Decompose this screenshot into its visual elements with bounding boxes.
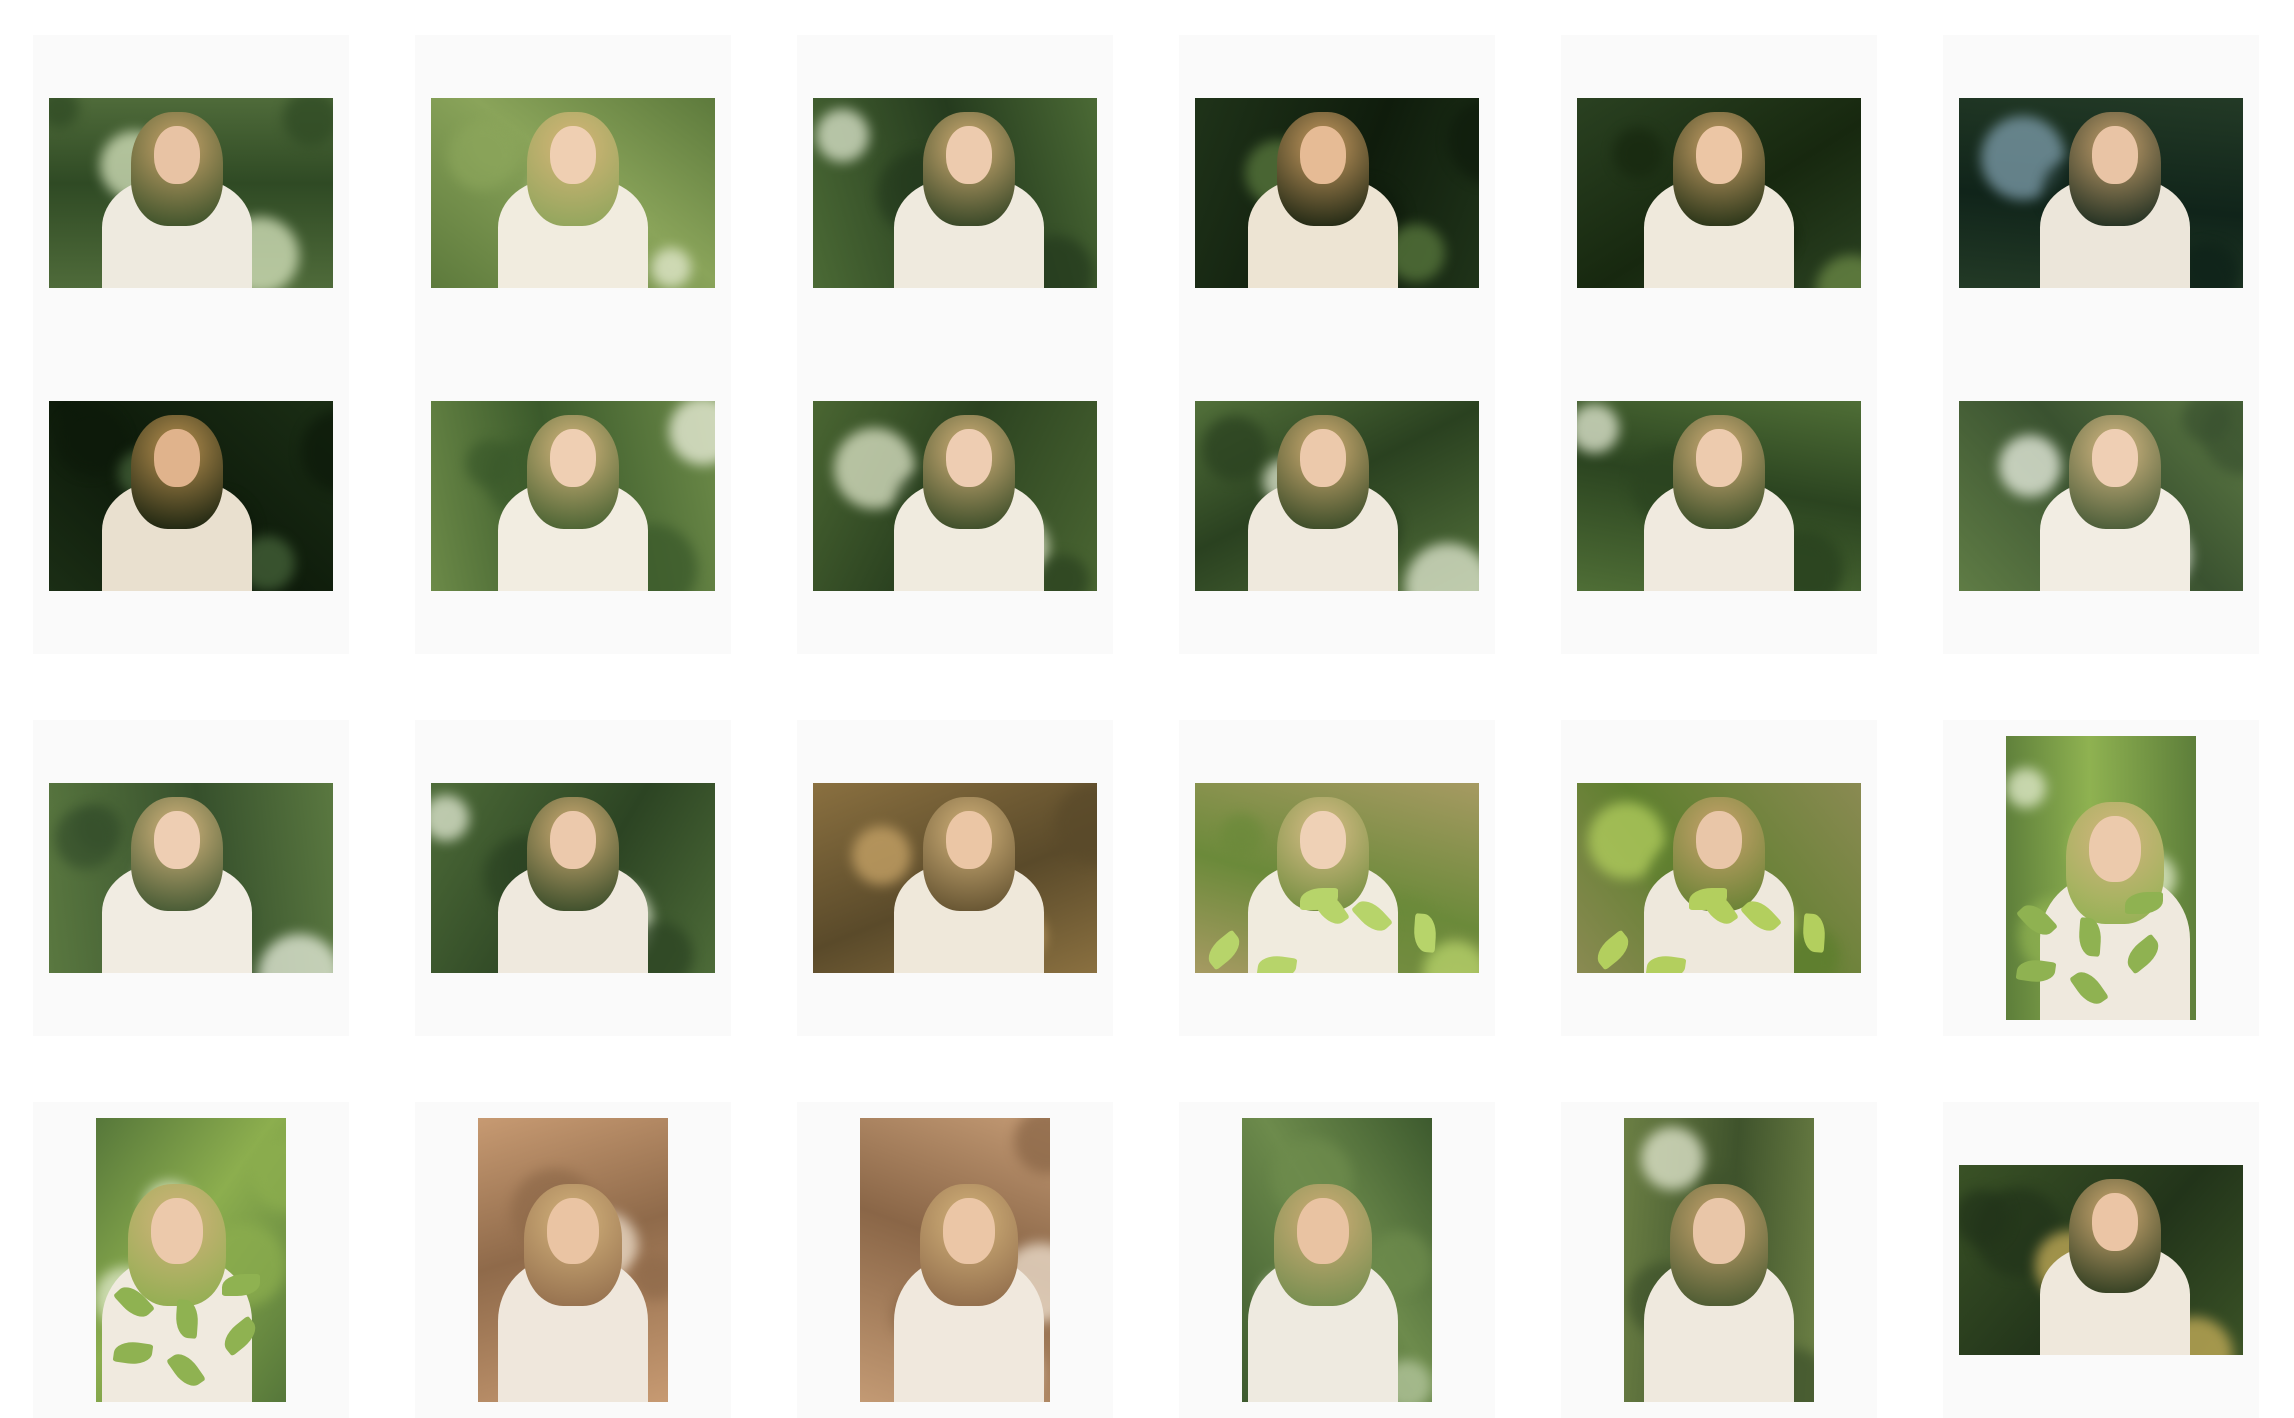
photo-thumbnail[interactable] (1959, 98, 2243, 288)
photo-thumbnail[interactable] (1959, 401, 2243, 591)
photo-thumbnail[interactable] (2006, 736, 2196, 1020)
photo-thumbnail[interactable] (1577, 401, 1861, 591)
photo-tile[interactable] (1561, 338, 1877, 654)
photo-thumbnail[interactable] (860, 1118, 1050, 1402)
photo-tile[interactable] (33, 35, 349, 351)
photo-tile[interactable] (415, 1102, 731, 1418)
photo-tile[interactable] (1943, 720, 2259, 1036)
photo-thumbnail[interactable] (1242, 1118, 1432, 1402)
photo-thumbnail[interactable] (49, 98, 333, 288)
photo-tile[interactable] (1179, 1102, 1495, 1418)
photo-thumbnail[interactable] (1577, 783, 1861, 973)
photo-thumbnail[interactable] (1195, 783, 1479, 973)
photo-tile[interactable] (33, 720, 349, 1036)
photo-tile[interactable] (1561, 1102, 1877, 1418)
photo-thumbnail[interactable] (49, 783, 333, 973)
photo-thumbnail[interactable] (49, 401, 333, 591)
photo-tile[interactable] (1179, 338, 1495, 654)
photo-tile[interactable] (1179, 35, 1495, 351)
photo-thumbnail[interactable] (1577, 98, 1861, 288)
photo-thumbnail[interactable] (1624, 1118, 1814, 1402)
photo-tile[interactable] (33, 338, 349, 654)
photo-thumbnail[interactable] (431, 98, 715, 288)
photo-thumbnail[interactable] (431, 401, 715, 591)
photo-tile[interactable] (1179, 720, 1495, 1036)
photo-thumbnail[interactable] (1959, 1165, 2243, 1355)
photo-tile[interactable] (33, 1102, 349, 1418)
photo-tile[interactable] (797, 1102, 1113, 1418)
photo-thumbnail[interactable] (96, 1118, 286, 1402)
photo-thumbnail[interactable] (1195, 98, 1479, 288)
photo-tile[interactable] (797, 35, 1113, 351)
photo-thumbnail[interactable] (813, 783, 1097, 973)
photo-tile[interactable] (415, 338, 731, 654)
photo-thumbnail[interactable] (431, 783, 715, 973)
photo-tile[interactable] (797, 720, 1113, 1036)
photo-tile[interactable] (415, 720, 731, 1036)
photo-thumbnail[interactable] (1195, 401, 1479, 591)
photo-thumbnail[interactable] (813, 98, 1097, 288)
photo-thumbnail[interactable] (813, 401, 1097, 591)
photo-gallery-grid (0, 0, 2294, 1418)
photo-thumbnail[interactable] (478, 1118, 668, 1402)
photo-tile[interactable] (1943, 35, 2259, 351)
photo-tile[interactable] (1561, 720, 1877, 1036)
photo-tile[interactable] (1943, 1102, 2259, 1418)
photo-tile[interactable] (415, 35, 731, 351)
photo-tile[interactable] (797, 338, 1113, 654)
photo-tile[interactable] (1943, 338, 2259, 654)
photo-tile[interactable] (1561, 35, 1877, 351)
